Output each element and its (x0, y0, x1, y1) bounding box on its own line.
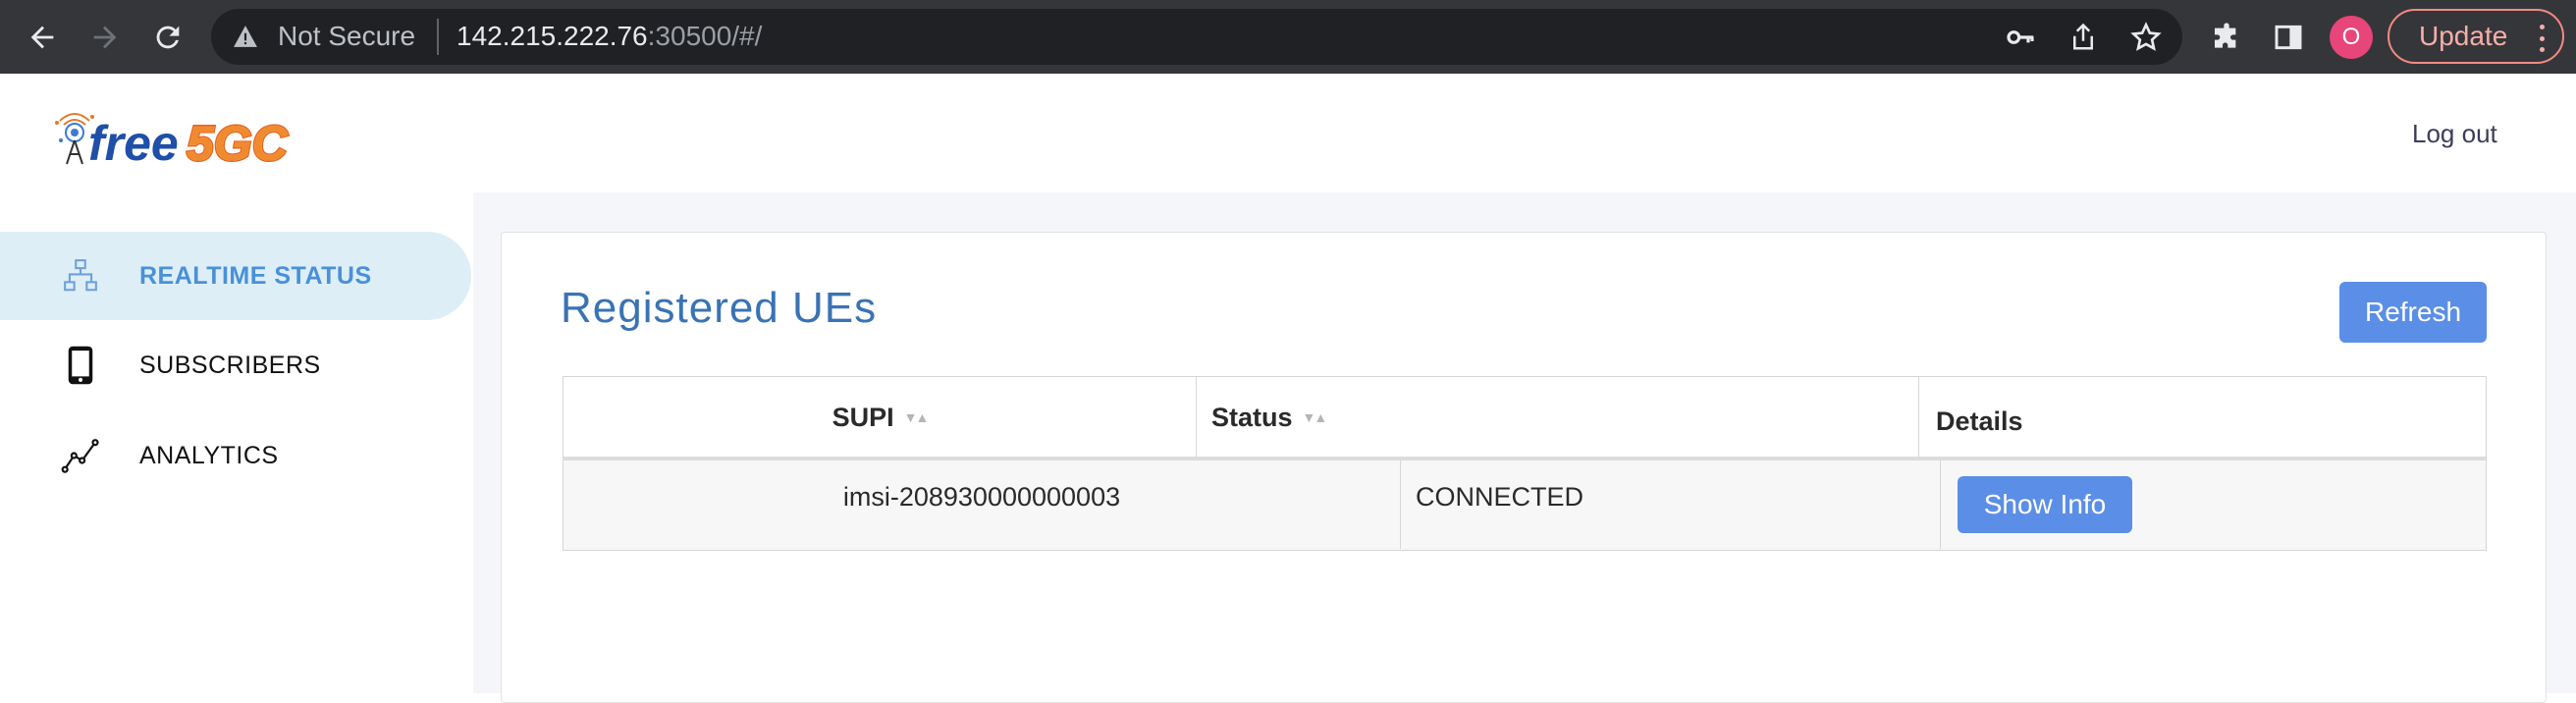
reload-icon (156, 26, 180, 49)
page-title: Registered UEs (561, 284, 878, 332)
browser-toolbar: Not Secure 142.215.222.76:30500/#/ O Upd… (0, 0, 2576, 74)
sidebar-item-analytics[interactable]: ANALYTICS (0, 411, 471, 500)
profile-avatar[interactable]: O (2330, 16, 2373, 59)
column-header-status[interactable]: Status ▼▲ (1211, 377, 1918, 458)
column-divider (1400, 460, 1401, 549)
forward-button[interactable] (78, 10, 133, 65)
sidebar-item-label: SUBSCRIBERS (139, 351, 321, 379)
address-bar[interactable]: Not Secure 142.215.222.76:30500/#/ (211, 9, 2182, 65)
update-label: Update (2419, 21, 2508, 51)
sort-icon[interactable]: ▼▲ (904, 409, 930, 425)
update-button[interactable]: Update (2388, 9, 2564, 64)
ue-table: SUPI ▼▲ Status ▼▲ Details imsi-208930000… (563, 376, 2487, 551)
sidebar-item-label: ANALYTICS (139, 441, 279, 469)
side-panel-button[interactable] (2261, 10, 2316, 65)
star-icon[interactable] (2127, 19, 2165, 56)
svg-text:free: free (88, 116, 179, 171)
warning-icon[interactable] (231, 22, 260, 51)
url-host: 142.215.222.76 (456, 21, 648, 51)
table-header: SUPI ▼▲ Status ▼▲ Details (563, 376, 2487, 460)
omnibox-divider (437, 19, 439, 55)
supi-cell: imsi-208930000000003 (842, 482, 1121, 512)
key-icon[interactable] (2002, 19, 2039, 56)
app-header: free 5GC 5GC Log out (0, 74, 2576, 192)
sidebar-item-label: REALTIME STATUS (139, 261, 372, 290)
logout-link[interactable]: Log out (2412, 119, 2497, 149)
table-row: imsi-208930000000003 CONNECTED Show Info (563, 460, 2487, 551)
url-text[interactable]: 142.215.222.76:30500/#/ (456, 22, 762, 51)
extensions-button[interactable] (2199, 10, 2254, 65)
column-divider (1918, 377, 1919, 458)
sidebar: REALTIME STATUS SUBSCRIBERS ANALYTICS (0, 192, 473, 693)
column-label: Status (1211, 402, 1293, 432)
back-arrow-icon (30, 26, 54, 49)
sort-icon[interactable]: ▼▲ (1303, 409, 1328, 425)
forward-arrow-icon (93, 26, 117, 49)
column-divider (1940, 460, 1941, 549)
status-cell: CONNECTED (1416, 482, 1584, 512)
refresh-button[interactable]: Refresh (2339, 282, 2487, 343)
free5gc-logo[interactable]: free 5GC 5GC (51, 103, 326, 182)
column-header-supi[interactable]: SUPI ▼▲ (564, 377, 1196, 458)
sidebar-item-realtime-status[interactable]: REALTIME STATUS (0, 232, 471, 320)
sidebar-item-subscribers[interactable]: SUBSCRIBERS (0, 321, 471, 409)
security-label[interactable]: Not Secure (278, 22, 415, 51)
share-icon[interactable] (2065, 19, 2102, 56)
network-icon (59, 254, 102, 297)
registered-ues-card: Registered UEs Refresh SUPI ▼▲ Status ▼▲… (501, 232, 2547, 703)
phone-icon (59, 344, 102, 387)
back-button[interactable] (15, 10, 70, 65)
show-info-button[interactable]: Show Info (1958, 476, 2132, 533)
more-vert-icon[interactable] (2539, 25, 2545, 52)
column-label: Details (1936, 406, 2023, 436)
column-divider (1196, 377, 1197, 458)
url-path: :30500/#/ (647, 21, 763, 51)
puzzle-icon (2215, 23, 2236, 48)
side-panel-icon (2275, 25, 2302, 50)
column-label: SUPI (832, 402, 894, 432)
svg-text:5GC: 5GC (187, 116, 289, 171)
reload-button[interactable] (140, 10, 195, 65)
column-header-details: Details (1936, 377, 2466, 458)
line-chart-icon (59, 434, 102, 477)
